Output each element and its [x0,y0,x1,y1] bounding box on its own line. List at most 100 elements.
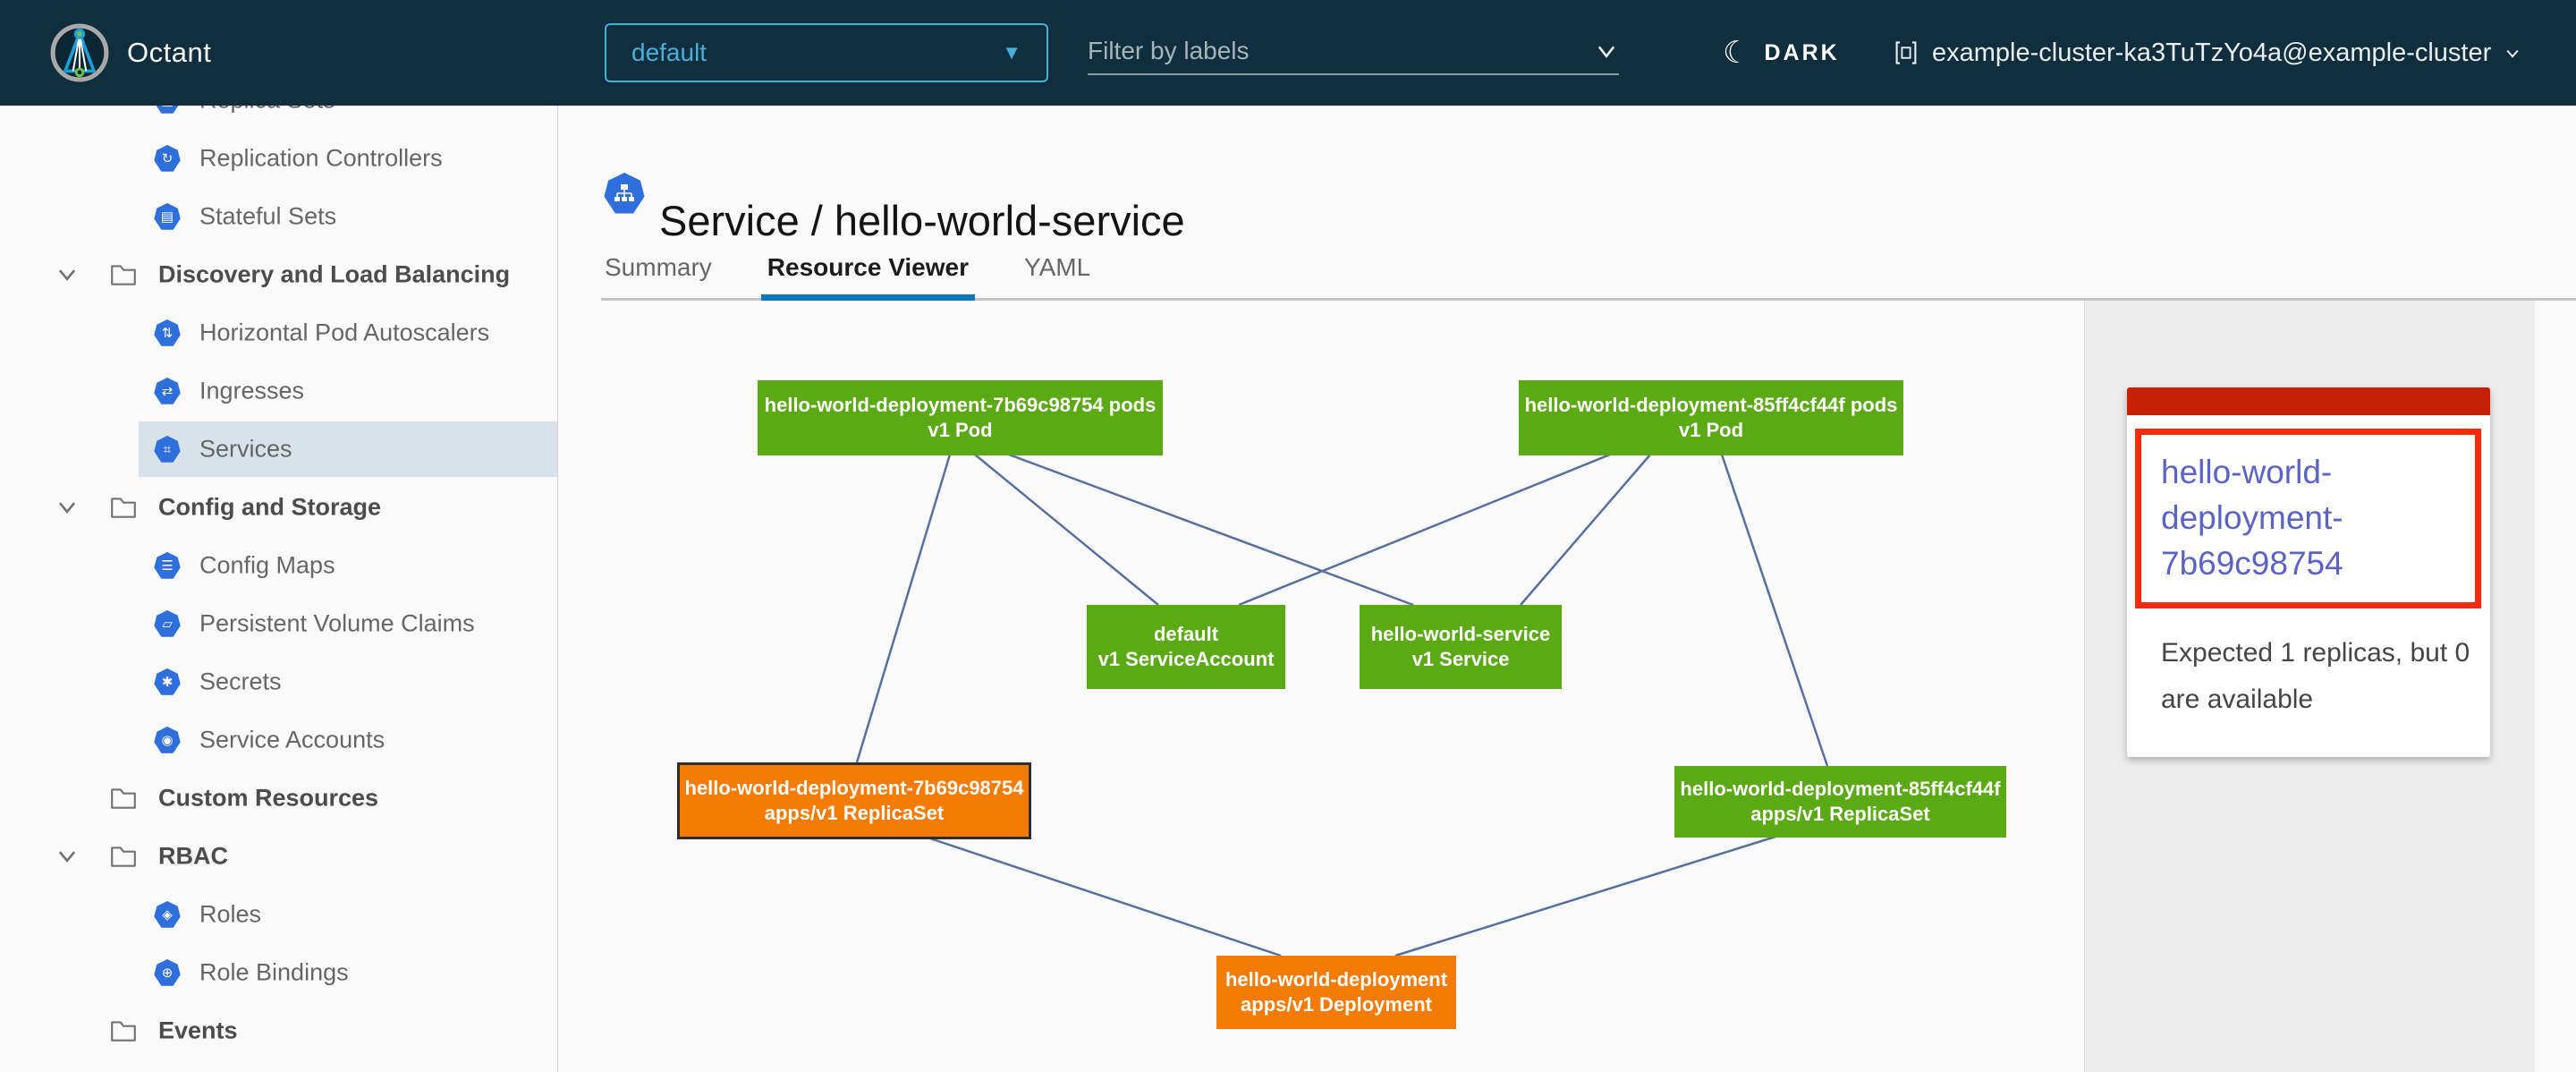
sidebar-item-config-and-storage[interactable]: Config and Storage [0,480,557,535]
sidebar-item-custom-resources[interactable]: Custom Resources [0,770,557,826]
sidebar-item-label: Service Accounts [199,727,385,754]
config-maps-icon: ☰ [154,552,181,579]
moon-icon: ☾ [1723,38,1750,68]
graph-edge-pod-7b69c98754--replicaset-7b69c98754 [857,455,950,762]
sidebar-item-discovery-and-load-balancing[interactable]: Discovery and Load Balancing [0,247,557,302]
graph-edge-pod-85ff4cf44f--serviceaccount-default [1239,455,1610,605]
graph-edge-replicaset-7b69c98754--deployment-hello-world [930,838,1281,956]
sidebar-item-label: Events [158,1017,238,1045]
sidebar-item-persistent-volume-claims[interactable]: ▱ Persistent Volume Claims [0,596,557,651]
folder-icon [109,786,138,811]
graph-edge-pod-85ff4cf44f--replicaset-85ff4cf44f [1722,455,1827,766]
detail-panel: hello-world-deployment-7b69c98754 Expect… [2084,301,2535,1072]
sidebar-item-label: Ingresses [199,378,304,405]
sidebar-item-stateful-sets[interactable]: ▤ Stateful Sets [0,189,557,244]
node-name: hello-world-deployment-85ff4cf44f pods [1525,393,1898,418]
graph-node-service-hello-world-service[interactable]: hello-world-servicev1 Service [1360,605,1562,689]
node-kind: apps/v1 ReplicaSet [1750,802,1930,827]
tab-summary[interactable]: Summary [605,253,712,296]
resource-link[interactable]: hello-world-deployment-7b69c98754 [2161,449,2462,586]
sidebar-item-label: Config and Storage [158,494,381,522]
namespace-value: default [631,38,707,67]
sidebar-item-label: Replication Controllers [199,145,443,173]
alert-message: Expected 1 replicas, but 0 are available [2127,630,2490,723]
sidebar-item-replica-sets[interactable]: ▣Replica Sets [0,106,557,128]
app-header: Octant default ▼ Filter by labels ☾ DARK… [0,0,2576,106]
roles-icon: ◈ [154,901,181,928]
node-kind: v1 Pod [1679,418,1743,443]
graph-edge-pod-7b69c98754--serviceaccount-default [975,455,1158,605]
namespace-dropdown[interactable]: default ▼ [605,23,1048,82]
sidebar-item-ingresses[interactable]: ⇄ Ingresses [0,363,557,419]
alert-title-box: hello-world-deployment-7b69c98754 [2135,429,2481,608]
sidebar-item-horizontal-pod-autoscalers[interactable]: ⇅ Horizontal Pod Autoscalers [0,305,557,361]
caret-down-icon[interactable] [55,845,79,868]
sidebar-item-rbac[interactable]: RBAC [0,829,557,884]
sidebar-item-label: Config Maps [199,552,335,580]
theme-toggle[interactable]: ☾ DARK [1723,0,1840,106]
graph-edge-replicaset-85ff4cf44f--deployment-hello-world [1395,837,1775,956]
service-accounts-icon: ◉ [154,727,181,753]
app-title: Octant [127,37,211,69]
folder-icon [109,495,138,520]
sidebar-item-label: Services [199,436,292,464]
cluster-icon [1893,39,1919,66]
secrets-icon: ✱ [154,668,181,695]
node-kind: apps/v1 Deployment [1241,992,1432,1017]
chevron-down-icon [1594,38,1619,64]
node-kind: v1 ServiceAccount [1098,647,1275,672]
octant-logo-icon [48,21,111,84]
tab-bar: Summary Resource Viewer YAML [605,253,1090,296]
sidebar-item-replication-controllers[interactable]: ↻Replication Controllers [0,131,557,186]
sidebar-item-events[interactable]: Events [0,1003,557,1059]
graph-node-pod-85ff4cf44f[interactable]: hello-world-deployment-85ff4cf44f podsv1… [1519,380,1903,455]
sidebar-item-label: Stateful Sets [199,203,336,231]
sidebar-item-service-accounts[interactable]: ◉ Service Accounts [0,712,557,768]
folder-icon [109,262,138,287]
persistent-volume-claims-icon: ▱ [154,610,181,637]
filter-placeholder: Filter by labels [1088,37,1250,65]
sidebar-nav: ▣Replica Sets ↻Replication Controllers ▤ St… [0,106,558,1072]
horizontal-pod-autoscalers-icon: ⇅ [154,319,181,346]
caret-down-icon[interactable] [55,263,79,286]
ingresses-icon: ⇄ [154,378,181,404]
node-name: hello-world-deployment-7b69c98754 pods [765,393,1157,418]
graph-node-replicaset-85ff4cf44f[interactable]: hello-world-deployment-85ff4cf44fapps/v1… [1674,766,2006,838]
octant-app: Octant default ▼ Filter by labels ☾ DARK… [0,0,2576,1072]
node-name: hello-world-deployment-85ff4cf44f [1680,777,2000,802]
sidebar-item-label: Discovery and Load Balancing [158,261,510,289]
label-filter-input[interactable]: Filter by labels [1088,29,1619,75]
sidebar-item-label: Secrets [199,668,282,696]
graph-node-serviceaccount-default[interactable]: defaultv1 ServiceAccount [1087,605,1285,689]
sidebar-item-roles[interactable]: ◈ Roles [0,887,557,942]
node-name: default [1154,622,1218,647]
caret-down-icon[interactable] [55,496,79,519]
graph-node-pod-7b69c98754[interactable]: hello-world-deployment-7b69c98754 podsv1… [758,380,1163,455]
sidebar-item-label: Persistent Volume Claims [199,610,475,638]
service-icon [604,173,645,214]
node-name: hello-world-deployment-7b69c98754 [685,776,1024,801]
stateful-sets-icon: ▤ [154,203,181,230]
sidebar-item-label: Role Bindings [199,959,349,987]
sidebar-item-label: Roles [199,901,261,929]
tab-resource-viewer[interactable]: Resource Viewer [767,253,969,296]
theme-toggle-label: DARK [1764,40,1839,66]
cluster-selector[interactable]: example-cluster-ka3TuTzYo4a@example-clus… [1893,0,2521,106]
dropdown-caret-icon: ▼ [1002,41,1021,64]
sidebar-item-label: RBAC [158,843,228,871]
node-name: hello-world-service [1371,622,1551,647]
cluster-chevron-down-icon [2504,44,2521,62]
node-kind: apps/v1 ReplicaSet [765,801,945,826]
graph-node-replicaset-7b69c98754[interactable]: hello-world-deployment-7b69c98754apps/v1… [677,762,1031,839]
tab-yaml[interactable]: YAML [1024,253,1090,296]
sidebar-item-secrets[interactable]: ✱ Secrets [0,654,557,710]
graph-edge-pod-7b69c98754--service-hello-world-service [1009,455,1413,605]
node-kind: v1 Pod [928,418,992,443]
sidebar-item-label: Horizontal Pod Autoscalers [199,319,489,347]
sidebar-item-role-bindings[interactable]: ⊕Role Bindings [0,945,557,1000]
sidebar-item-services[interactable]: ⌗Services [0,421,557,477]
page-title: Service / hello-world-service [659,196,1185,245]
sidebar-item-config-maps[interactable]: ☰ Config Maps [0,538,557,593]
graph-node-deployment-hello-world[interactable]: hello-world-deploymentapps/v1 Deployment [1216,956,1456,1029]
folder-icon [109,1018,138,1043]
